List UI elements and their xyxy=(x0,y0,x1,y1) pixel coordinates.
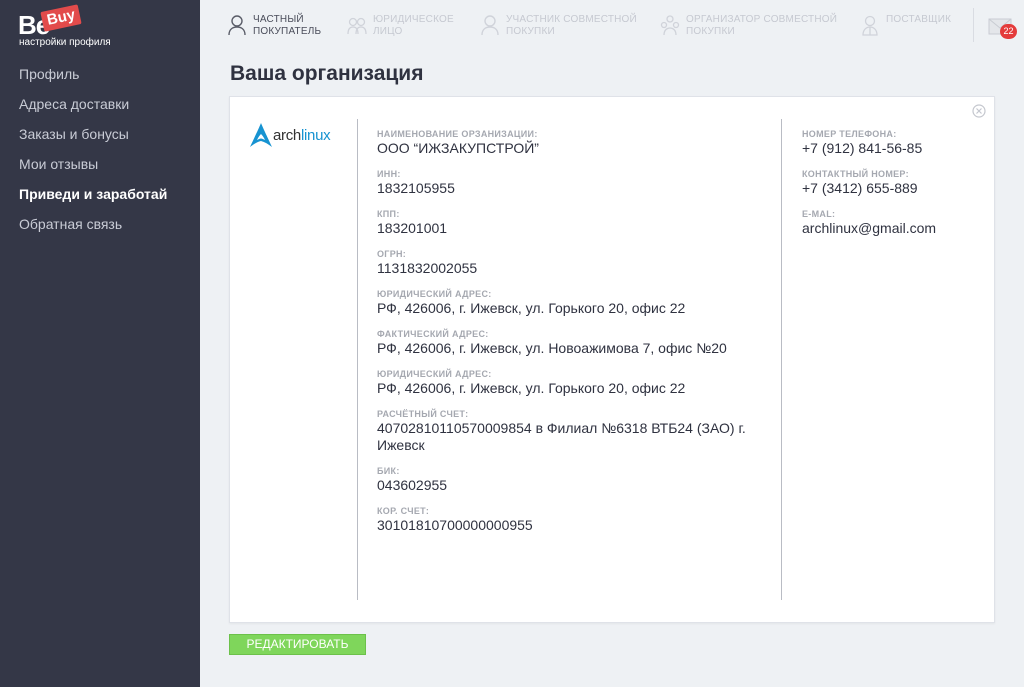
field-inn: ИНН: 1832105955 xyxy=(377,169,767,197)
contact-details: Номер телефона: +7 (912) 841-56-85 Конта… xyxy=(802,129,982,249)
field-label: КПП: xyxy=(377,209,400,219)
organization-card: archlinux Наименование орзанизации: ООО … xyxy=(229,96,995,623)
sidebar-nav: Профиль Адреса доставки Заказы и бонусы … xyxy=(19,66,167,246)
tab-joint-purchase-organizer[interactable]: Организатор совместной покупки xyxy=(660,14,837,38)
field-value: 1832105955 xyxy=(377,180,455,196)
field-label: Кор. счет: xyxy=(377,506,430,516)
field-correspondent-account: Кор. счет: 30101810700000000955 xyxy=(377,506,767,534)
logo-buy: Buy xyxy=(40,4,83,32)
field-label: E-mal: xyxy=(802,209,836,219)
sidebar-item-profile[interactable]: Профиль xyxy=(19,66,167,96)
field-label: Юридический адрес: xyxy=(377,369,492,379)
tab-label: Поставщик xyxy=(886,14,952,25)
sidebar-item-orders-bonuses[interactable]: Заказы и бонусы xyxy=(19,126,167,156)
field-value: РФ, 426006, г. Ижевск, ул. Новоажимова 7… xyxy=(377,340,727,356)
field-label: Фактический адрес: xyxy=(377,329,489,339)
field-label: Расчётный счет: xyxy=(377,409,469,419)
tab-joint-purchase-member[interactable]: Участник совместной покупки xyxy=(480,14,637,38)
column-divider xyxy=(357,119,358,600)
column-divider xyxy=(781,119,782,600)
person-icon xyxy=(228,15,246,36)
field-label: Контактный номер: xyxy=(802,169,909,179)
sidebar-item-referral[interactable]: Приведи и заработай xyxy=(19,186,167,216)
supplier-icon xyxy=(862,15,878,36)
field-value: archlinux@gmail.com xyxy=(802,220,937,236)
tab-label: Частный покупатель xyxy=(253,14,322,37)
field-email: E-mal: archlinux@gmail.com xyxy=(802,209,982,237)
field-contact-phone: Контактный номер: +7 (3412) 655-889 xyxy=(802,169,982,197)
organization-details: Наименование орзанизации: ООО “ИЖЗАКУПСТ… xyxy=(377,129,767,546)
field-legal-address: Юридический адрес: РФ, 426006, г. Ижевск… xyxy=(377,289,767,317)
field-phone: Номер телефона: +7 (912) 841-56-85 xyxy=(802,129,982,157)
field-label: Юридический адрес: xyxy=(377,289,492,299)
field-label: Номер телефона: xyxy=(802,129,897,139)
field-value: +7 (912) 841-56-85 xyxy=(802,140,923,156)
tab-label: Юридическое лицо xyxy=(373,14,454,37)
role-tabs-bar: Частный покупатель Юридическое лицо Учас… xyxy=(200,0,1024,44)
topbar-divider xyxy=(973,8,974,42)
field-value: 30101810700000000955 xyxy=(377,517,533,533)
close-icon[interactable] xyxy=(972,104,986,118)
tab-supplier[interactable]: Поставщик xyxy=(860,14,951,36)
arch-logo-icon xyxy=(250,123,272,147)
sidebar-item-reviews[interactable]: Мои отзывы xyxy=(19,156,167,186)
field-label: Наименование орзанизации: xyxy=(377,129,538,139)
tab-label: Участник совместной покупки xyxy=(506,14,637,37)
field-bik: БИК: 043602955 xyxy=(377,466,767,494)
logo-subtitle: настройки профиля xyxy=(19,37,111,48)
field-org-name: Наименование орзанизации: ООО “ИЖЗАКУПСТ… xyxy=(377,129,767,157)
field-ogrn: ОГРН: 1131832002055 xyxy=(377,249,767,277)
field-label: ИНН: xyxy=(377,169,401,179)
field-value: ООО “ИЖЗАКУПСТРОЙ” xyxy=(377,140,539,156)
field-actual-address: Фактический адрес: РФ, 426006, г. Ижевск… xyxy=(377,329,767,357)
field-value: 1131832002055 xyxy=(377,260,478,276)
organizer-icon xyxy=(660,15,680,36)
sidebar-item-feedback[interactable]: Обратная связь xyxy=(19,216,167,246)
field-label: ОГРН: xyxy=(377,249,407,259)
tab-label: Организатор совместной покупки xyxy=(686,14,838,37)
field-settlement-account: Расчётный счет: 40702810110570009854 в Ф… xyxy=(377,409,767,454)
field-value: +7 (3412) 655-889 xyxy=(802,180,918,196)
field-label: БИК: xyxy=(377,466,400,476)
brand-logo[interactable]: Be Buy настройки профиля xyxy=(18,4,128,50)
people-icon xyxy=(347,17,367,35)
edit-button[interactable]: Редактировать xyxy=(229,634,366,655)
field-value: 043602955 xyxy=(377,477,448,493)
field-legal-address-2: Юридический адрес: РФ, 426006, г. Ижевск… xyxy=(377,369,767,397)
field-value: 40702810110570009854 в Филиал №6318 ВТБ2… xyxy=(377,420,746,453)
field-value: РФ, 426006, г. Ижевск, ул. Горького 20, … xyxy=(377,300,686,316)
org-logo-text: archlinux xyxy=(273,126,331,144)
person-icon xyxy=(481,15,499,36)
sidebar-item-delivery-addresses[interactable]: Адреса доставки xyxy=(19,96,167,126)
mail-count-badge: 22 xyxy=(1000,24,1017,39)
field-value: РФ, 426006, г. Ижевск, ул. Горького 20, … xyxy=(377,380,686,396)
sidebar: Be Buy настройки профиля Профиль Адреса … xyxy=(0,0,200,687)
tab-legal-entity[interactable]: Юридическое лицо xyxy=(347,14,454,38)
tab-private-buyer[interactable]: Частный покупатель xyxy=(227,14,321,38)
field-kpp: КПП: 183201001 xyxy=(377,209,767,237)
page-title: Ваша организация xyxy=(230,62,424,85)
organization-logo: archlinux xyxy=(249,122,331,148)
field-value: 183201001 xyxy=(377,220,448,236)
